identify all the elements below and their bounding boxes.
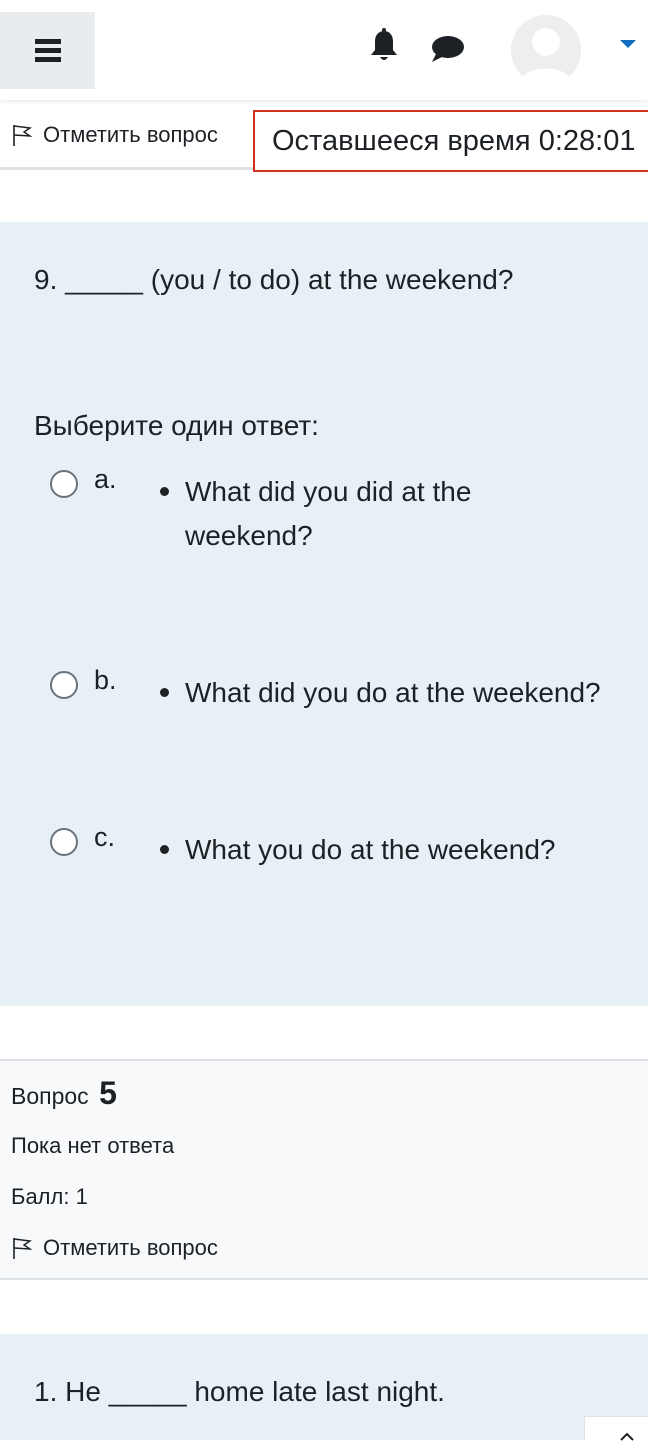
flag-question-button[interactable]: Отметить вопрос bbox=[11, 1235, 218, 1261]
bullet-icon bbox=[160, 845, 169, 854]
question-content: 1. He _____ home late last night. bbox=[0, 1334, 648, 1440]
flag-icon bbox=[13, 125, 33, 146]
top-navbar bbox=[0, 0, 648, 100]
question-flag-row: Отметить вопрос bbox=[0, 110, 254, 170]
option-letter: c. bbox=[94, 822, 116, 852]
question-info: Вопрос 5 Пока нет ответа Балл: 1 Отметит… bbox=[0, 1059, 648, 1280]
question-grade: Балл: 1 bbox=[11, 1184, 88, 1209]
option-text: What you do at the weekend? bbox=[185, 834, 556, 865]
timer-text: Оставшееся время 0:28:01 bbox=[272, 125, 636, 157]
question-number-value: 5 bbox=[99, 1075, 117, 1111]
bell-icon[interactable] bbox=[368, 28, 400, 64]
flag-question-button[interactable]: Отметить вопрос bbox=[11, 122, 218, 148]
question-number: Вопрос 5 bbox=[11, 1075, 117, 1112]
flag-icon bbox=[13, 1238, 33, 1259]
question-text: 9. _____ (you / to do) at the weekend? bbox=[34, 264, 514, 295]
caret-down-icon[interactable] bbox=[620, 40, 636, 48]
flag-question-label: Отметить вопрос bbox=[43, 122, 218, 147]
question-state: Пока нет ответа bbox=[11, 1133, 175, 1158]
back-to-top-button[interactable] bbox=[584, 1416, 648, 1441]
option-text: What did you did at the weekend? bbox=[185, 476, 472, 551]
radio-button[interactable] bbox=[50, 671, 78, 699]
bullet-icon bbox=[160, 688, 169, 697]
answer-prompt: Выберите один ответ: bbox=[34, 410, 319, 441]
hamburger-menu-button[interactable] bbox=[0, 12, 95, 89]
flag-question-label: Отметить вопрос bbox=[43, 1235, 218, 1260]
question-label: Вопрос bbox=[11, 1083, 89, 1109]
bullet-icon bbox=[160, 487, 169, 496]
option-text: What did you do at the weekend? bbox=[185, 677, 601, 708]
chat-icon[interactable] bbox=[430, 34, 466, 64]
option-letter: b. bbox=[94, 665, 117, 695]
question-content: 9. _____ (you / to do) at the weekend? В… bbox=[0, 222, 648, 1006]
user-avatar[interactable] bbox=[511, 15, 581, 85]
option-letter: a. bbox=[94, 464, 117, 494]
radio-button[interactable] bbox=[50, 828, 78, 856]
radio-button[interactable] bbox=[50, 470, 78, 498]
quiz-timer: Оставшееся время 0:28:01 bbox=[253, 110, 648, 172]
question-text: 1. He _____ home late last night. bbox=[34, 1376, 445, 1407]
hamburger-icon bbox=[34, 35, 61, 66]
